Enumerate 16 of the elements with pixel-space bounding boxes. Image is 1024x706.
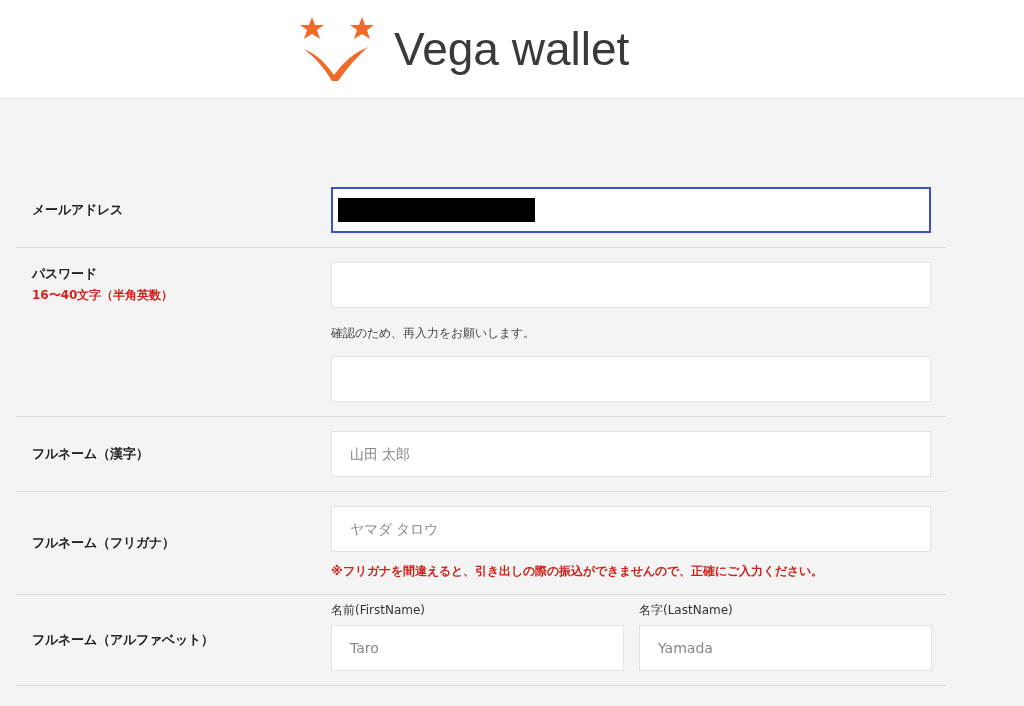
password-note: 16〜40文字（半角英数） [32,286,175,304]
input-field[interactable]: Taro [331,625,624,671]
row-label: パスワード [32,265,98,283]
field-label: 名字(LastName) [639,602,734,619]
field-label: 名前(FirstName) [331,602,427,619]
input-field[interactable]: ヤマダ タロウ [331,506,931,552]
row-label: フルネーム（漢字） [32,445,150,464]
input-field[interactable]: Yamada [639,625,932,671]
row-label: フルネーム（フリガナ） [32,534,176,553]
logo-icon [298,15,376,83]
hint-text: 確認のため、再入力をお願いします。 [331,325,536,342]
row-label: フルネーム（アルファベット） [32,631,215,650]
input-field[interactable]: 山田 太郎 [331,431,931,477]
input-field[interactable] [331,187,931,233]
warning-text: ※フリガナを間違えると、引き出しの際の振込ができませんので、正確にご入力ください。 [331,563,824,580]
row-label: メールアドレス [32,201,124,220]
